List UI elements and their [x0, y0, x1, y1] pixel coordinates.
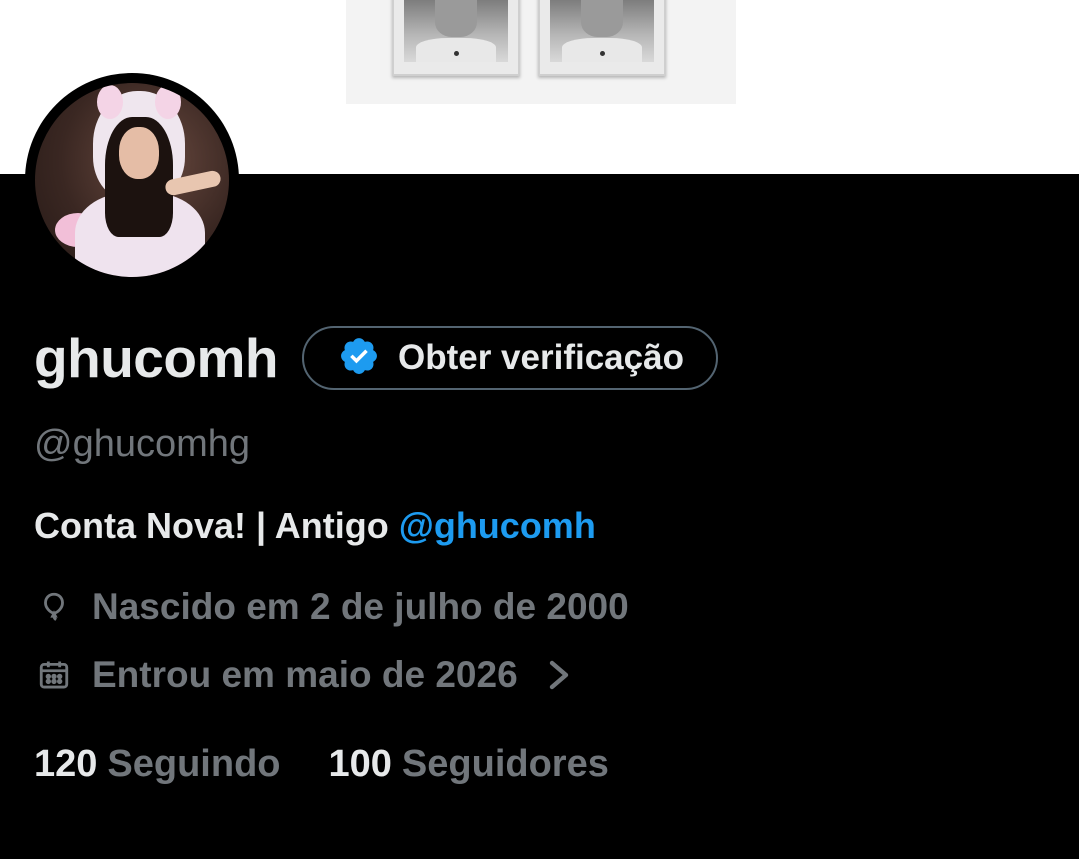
display-name: ghucomh [34, 327, 278, 389]
avatar-ring[interactable] [25, 73, 239, 287]
bio-text: Conta Nova! | Antigo [34, 505, 399, 546]
banner-polaroid [538, 0, 666, 76]
birthday-text: Nascido em 2 de julho de 2000 [92, 586, 629, 627]
chevron-right-icon[interactable] [544, 659, 572, 691]
calendar-icon [34, 655, 74, 695]
banner-photo [346, 0, 736, 104]
username-handle: @ghucomhg [34, 423, 251, 465]
get-verified-label: Obter verificação [397, 338, 684, 377]
joined-text: Entrou em maio de 2026 [92, 654, 518, 695]
banner-polaroid [392, 0, 520, 76]
following-link[interactable]: 120 Seguindo [34, 740, 281, 788]
birthday-row: Nascido em 2 de julho de 2000 [34, 586, 629, 628]
name-row: ghucomh Obter verificação [34, 324, 718, 392]
followers-count: 100 [328, 743, 392, 785]
verified-badge-icon [338, 335, 380, 382]
followers-label: Seguidores [401, 743, 609, 785]
follow-stats: 120 Seguindo 100 Seguidores [34, 740, 609, 788]
balloon-icon [34, 587, 74, 627]
followers-link[interactable]: 100 Seguidores [329, 740, 609, 788]
bio: Conta Nova! | Antigo @ghucomh [34, 502, 596, 550]
avatar[interactable] [35, 83, 229, 277]
following-label: Seguindo [107, 743, 281, 785]
get-verified-button[interactable]: Obter verificação [301, 326, 718, 390]
bio-mention-link[interactable]: @ghucomh [399, 505, 596, 546]
joined-row[interactable]: Entrou em maio de 2026 [34, 654, 572, 696]
following-count: 120 [34, 743, 98, 785]
